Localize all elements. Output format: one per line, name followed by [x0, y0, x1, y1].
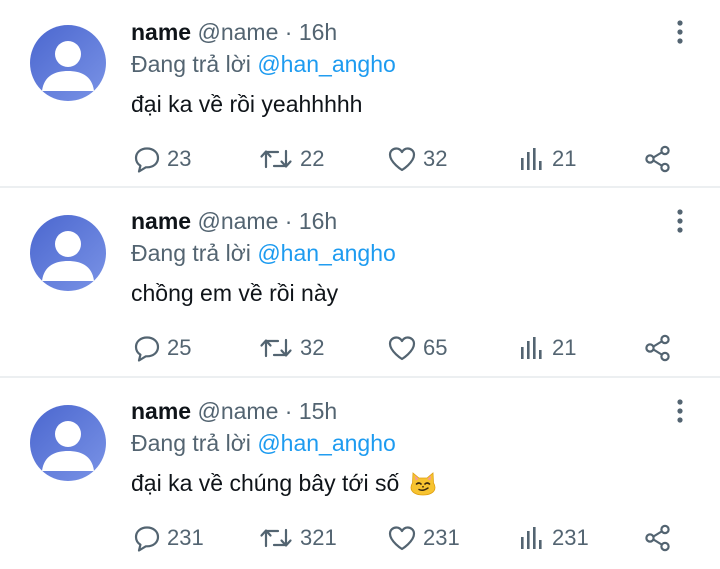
more-options-button[interactable]	[666, 207, 694, 237]
tweet-actions: 25 32 65 21	[0, 331, 720, 365]
like-button[interactable]: 231	[387, 521, 460, 555]
share-button[interactable]	[643, 142, 673, 176]
avatar[interactable]	[30, 405, 106, 481]
tweet-text: đại ka về rồi yeahhhhh	[131, 91, 363, 117]
vertical-dots-icon	[677, 20, 683, 44]
retweet-icon	[260, 338, 292, 358]
tweet-actions: 231 321 231 231	[0, 521, 720, 555]
like-button[interactable]: 32	[387, 142, 447, 176]
more-options-button[interactable]	[666, 18, 694, 48]
separator-dot: ·	[284, 208, 293, 234]
mention-link[interactable]: @han_angho	[257, 430, 395, 456]
heart-icon	[388, 336, 416, 361]
replying-to: Đang trả lời @han_angho	[131, 50, 396, 78]
reply-bubble-icon	[134, 336, 160, 362]
reply-button[interactable]: 25	[133, 331, 191, 365]
reply-bubble-icon	[134, 147, 160, 173]
share-icon	[645, 145, 670, 173]
avatar[interactable]	[30, 25, 106, 101]
timestamp[interactable]: 16h	[299, 19, 337, 45]
retweet-icon	[260, 149, 292, 169]
share-icon	[645, 334, 670, 362]
replying-to-label: Đang trả lời	[131, 51, 251, 77]
reply-button[interactable]: 23	[133, 142, 191, 176]
view-count: 21	[552, 146, 577, 171]
heart-icon	[388, 147, 416, 172]
mention-link[interactable]: @han_angho	[257, 51, 395, 77]
retweet-button[interactable]: 321	[258, 521, 337, 555]
reply-count: 25	[167, 335, 192, 360]
retweet-count: 32	[300, 335, 325, 360]
replying-to-label: Đang trả lời	[131, 430, 251, 456]
user-handle[interactable]: @name	[197, 208, 278, 234]
user-handle[interactable]: @name	[197, 398, 278, 424]
analytics-bars-icon	[521, 527, 542, 549]
display-name[interactable]: name	[131, 19, 191, 45]
views-button[interactable]: 231	[518, 521, 589, 555]
like-count: 65	[423, 335, 448, 360]
reply-bubble-icon	[134, 526, 160, 552]
reply-count: 23	[167, 146, 192, 171]
user-handle[interactable]: @name	[197, 19, 278, 45]
tweet-feed: name @name · 16h Đang trả lời @han_angho…	[0, 0, 720, 556]
tweet-item[interactable]: name @name · 15h Đang trả lời @han_angho…	[0, 379, 720, 569]
replying-to: Đang trả lời @han_angho	[131, 239, 396, 267]
tweet-header: name @name · 15h	[131, 397, 337, 425]
default-avatar-icon	[42, 231, 94, 281]
vertical-dots-icon	[677, 209, 683, 233]
tweet-item[interactable]: name @name · 16h Đang trả lời @han_angho…	[0, 0, 720, 190]
separator-dot: ·	[284, 398, 293, 424]
view-count: 21	[552, 335, 577, 360]
default-avatar-icon	[42, 41, 94, 91]
smirking-cat-face-icon	[410, 472, 436, 496]
separator-dot: ·	[284, 19, 293, 45]
tweet-header: name @name · 16h	[131, 18, 337, 46]
retweet-count: 22	[300, 146, 325, 171]
like-button[interactable]: 65	[387, 331, 447, 365]
analytics-bars-icon	[521, 337, 542, 359]
tweet-text-content: đại ka về chúng bây tới số	[131, 470, 400, 496]
views-button[interactable]: 21	[518, 331, 576, 365]
replying-to-label: Đang trả lời	[131, 240, 251, 266]
views-button[interactable]: 21	[518, 142, 576, 176]
avatar[interactable]	[30, 215, 106, 291]
share-icon	[645, 524, 670, 552]
retweet-button[interactable]: 22	[258, 142, 324, 176]
timestamp[interactable]: 15h	[299, 398, 337, 424]
timestamp[interactable]: 16h	[299, 208, 337, 234]
tweet-actions: 23 22 32 21	[0, 142, 720, 176]
share-button[interactable]	[643, 331, 673, 365]
mention-link[interactable]: @han_angho	[257, 240, 395, 266]
display-name[interactable]: name	[131, 208, 191, 234]
more-options-button[interactable]	[666, 397, 694, 427]
reply-button[interactable]: 231	[133, 521, 204, 555]
like-count: 32	[423, 146, 448, 171]
heart-icon	[388, 526, 416, 551]
tweet-text: đại ka về chúng bây tới số	[131, 469, 436, 497]
analytics-bars-icon	[521, 148, 542, 170]
display-name[interactable]: name	[131, 398, 191, 424]
view-count: 231	[552, 525, 589, 550]
retweet-button[interactable]: 32	[258, 331, 324, 365]
retweet-icon	[260, 528, 292, 548]
tweet-header: name @name · 16h	[131, 207, 337, 235]
tweet-divider	[0, 186, 720, 188]
default-avatar-icon	[42, 421, 94, 471]
retweet-count: 321	[300, 525, 337, 550]
reply-count: 231	[167, 525, 204, 550]
tweet-item[interactable]: name @name · 16h Đang trả lời @han_angho…	[0, 189, 720, 379]
like-count: 231	[423, 525, 460, 550]
tweet-divider	[0, 376, 720, 378]
replying-to: Đang trả lời @han_angho	[131, 429, 396, 457]
tweet-text: chồng em về rồi này	[131, 280, 339, 306]
vertical-dots-icon	[677, 399, 683, 423]
share-button[interactable]	[643, 521, 673, 555]
